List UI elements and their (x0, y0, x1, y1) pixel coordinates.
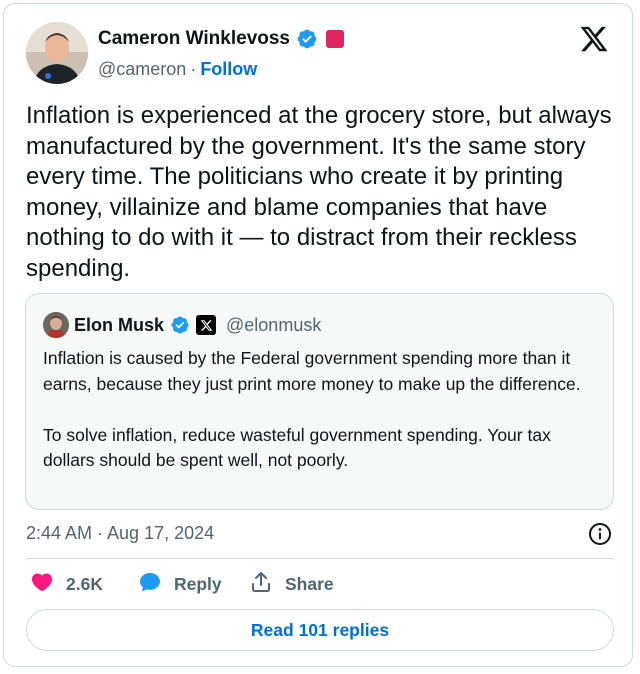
quoted-author-avatar[interactable] (43, 312, 69, 338)
affiliate-badge-icon (326, 30, 345, 48)
share-icon (249, 570, 273, 599)
author-avatar[interactable] (26, 22, 88, 84)
quoted-header: Elon Musk @elonmusk (74, 312, 321, 338)
author-handle[interactable]: @cameron (98, 59, 186, 80)
quoted-author-handle[interactable]: @elonmusk (226, 315, 321, 336)
share-label: Share (285, 573, 334, 594)
reply-button[interactable]: Reply (138, 570, 222, 598)
heart-icon (30, 570, 54, 599)
quoted-text: Inflation is caused by the Federal gover… (43, 348, 581, 470)
divider (26, 558, 614, 559)
tweet-card: Cameron Winklevoss @cameron · Follow Inf… (3, 3, 633, 667)
info-icon[interactable] (588, 522, 612, 546)
quoted-author-name[interactable]: Elon Musk (74, 315, 164, 336)
tweet-text: Inflation is experienced at the grocery … (26, 102, 612, 282)
separator-dot: · (190, 59, 197, 79)
author-name-row: Cameron Winklevoss (98, 28, 345, 50)
tweet-timestamp[interactable]: 2:44 AM · Aug 17, 2024 (26, 523, 214, 544)
quoted-x-affiliate-icon (196, 315, 217, 335)
author-name[interactable]: Cameron Winklevoss (98, 28, 290, 50)
follow-button[interactable]: Follow (200, 59, 257, 80)
quoted-tweet[interactable]: Elon Musk @elonmusk Inflation is caused … (25, 293, 614, 510)
share-button[interactable]: Share (249, 570, 334, 598)
like-count: 2.6K (66, 573, 103, 594)
like-button[interactable]: 2.6K (30, 570, 103, 598)
reply-label: Reply (174, 573, 222, 594)
verified-badge-icon (296, 28, 318, 50)
quoted-verified-badge-icon (170, 315, 190, 335)
reply-bubble-icon (138, 570, 162, 599)
handle-row: @cameron · Follow (98, 59, 257, 80)
read-replies-button[interactable]: Read 101 replies (26, 609, 614, 651)
x-logo-icon[interactable] (579, 24, 609, 54)
